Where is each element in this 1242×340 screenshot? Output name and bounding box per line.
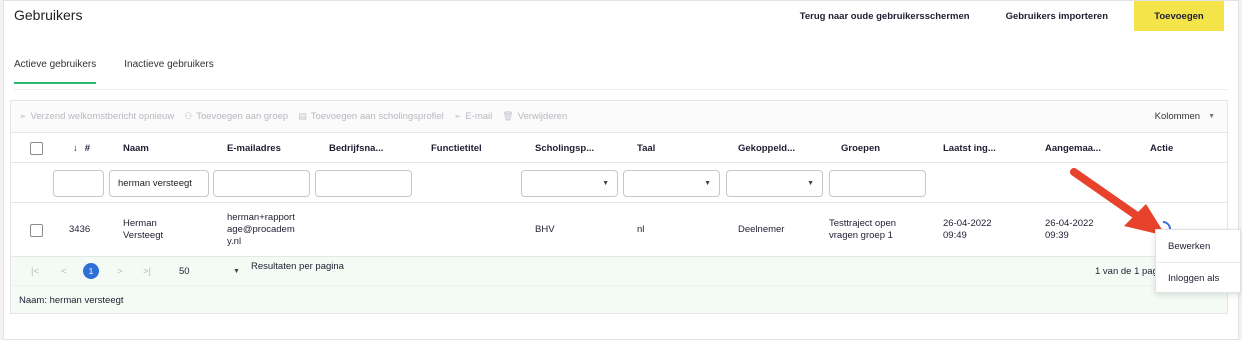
cell-naam: Herman Versteegt	[123, 218, 164, 241]
column-header-naam[interactable]: Naam	[123, 133, 149, 163]
delete-label: Verwijderen	[517, 111, 568, 122]
top-actions: Terug naar oude gebruikersschermen Gebru…	[800, 1, 1224, 31]
page-size-value: 50	[179, 265, 190, 277]
tab-inactive-users[interactable]: Inactieve gebruikers	[124, 59, 214, 84]
filter-summary-bar: Naam: herman versteegt	[11, 285, 1227, 313]
add-to-group-label: Toevoegen aan groep	[196, 111, 289, 122]
column-header-email[interactable]: E-mailadres	[227, 133, 281, 163]
column-header-jobtitle[interactable]: Functietitel	[431, 133, 482, 163]
chevron-down-icon: ▼	[807, 180, 814, 187]
column-header-profile[interactable]: Scholingsp...	[535, 133, 594, 163]
filter-summary: Naam: herman versteegt	[19, 294, 124, 306]
filter-company-input[interactable]	[315, 170, 412, 197]
cell-language: nl	[637, 224, 645, 235]
chevron-down-icon: ▼	[704, 180, 711, 187]
chevron-down-icon: ▼	[233, 268, 240, 275]
filter-id-input[interactable]	[53, 170, 104, 197]
column-header-last-login[interactable]: Laatst ing...	[943, 133, 996, 163]
column-header-action: Actie	[1150, 142, 1174, 154]
column-header-id[interactable]: ↓ #	[73, 133, 90, 163]
trash-icon: 🗑	[502, 111, 514, 121]
next-page-icon[interactable]: >	[117, 257, 123, 285]
columns-menu-button[interactable]: Kolommen ▼	[1155, 111, 1215, 122]
resend-welcome-button[interactable]: ➢ Verzend welkomstbericht opnieuw	[19, 111, 174, 122]
filter-profile-select[interactable]: ▼	[521, 170, 618, 197]
filter-row: herman versteegt ▼ ▼ ▼	[11, 163, 1227, 203]
cell-groups: Testtraject open vragen groep 1	[829, 218, 897, 241]
group-add-icon: ⚇	[184, 111, 193, 121]
first-page-icon[interactable]: |<	[31, 257, 39, 285]
email-icon: ➢	[453, 111, 462, 121]
delete-button[interactable]: 🗑 Verwijderen	[502, 111, 567, 122]
row-checkbox-cell	[30, 203, 43, 257]
tabs-divider	[14, 89, 1228, 90]
old-screens-link[interactable]: Terug naar oude gebruikersschermen	[800, 11, 970, 22]
bulk-toolbar: ➢ Verzend welkomstbericht opnieuw ⚇ Toev…	[11, 101, 1227, 133]
add-to-profile-label: Toevoegen aan scholingsprofiel	[310, 111, 444, 122]
menu-item-edit[interactable]: Bewerken	[1156, 230, 1240, 262]
column-header-id-label: #	[84, 142, 91, 154]
email-button[interactable]: ➢ E-mail	[454, 111, 492, 122]
filter-naam-input[interactable]: herman versteegt	[109, 170, 209, 197]
column-header-language[interactable]: Taal	[637, 133, 655, 163]
filter-email-input[interactable]	[213, 170, 310, 197]
email-label: E-mail	[465, 111, 493, 122]
add-to-profile-button[interactable]: ▤ Toevoegen aan scholingsprofiel	[298, 111, 444, 122]
chevron-down-icon: ▼	[1208, 113, 1215, 120]
sort-desc-icon: ↓	[73, 142, 78, 154]
page-size-select[interactable]: 50 ▼	[179, 257, 243, 285]
tab-active-users[interactable]: Actieve gebruikers	[14, 59, 97, 84]
cell-linked: Deelnemer	[738, 224, 785, 235]
select-all-checkbox[interactable]	[30, 141, 43, 155]
filter-groups-input[interactable]	[829, 170, 926, 197]
prev-page-icon[interactable]: <	[61, 257, 67, 285]
resend-welcome-label: Verzend welkomstbericht opnieuw	[30, 111, 175, 122]
page-title: Gebruikers	[14, 7, 83, 23]
row-checkbox[interactable]	[30, 223, 43, 237]
column-header-groups[interactable]: Groepen	[841, 133, 880, 163]
pagination-bar: |< < 1 > >| 50 ▼ Resultaten per pagina 1…	[11, 257, 1227, 285]
cell-last-login: 26-04-2022 09:49	[943, 218, 992, 241]
table-header: ↓ # Naam E-mailadres Bedrijfsna... Funct…	[11, 133, 1227, 163]
user-tabs: Actieve gebruikers Inactieve gebruikers	[14, 59, 242, 84]
cell-email: herman+rapport age@procadem y.nl	[227, 212, 295, 247]
send-icon: ➢	[19, 111, 27, 121]
cell-id: 3436	[69, 224, 91, 235]
last-page-icon[interactable]: >|	[143, 257, 151, 285]
table-row[interactable]: 3436 Herman Versteegt herman+rapport age…	[11, 203, 1227, 257]
row-context-menu: Bewerken Inloggen als	[1155, 229, 1241, 293]
column-header-company[interactable]: Bedrijfsna...	[329, 133, 383, 163]
users-grid: ➢ Verzend welkomstbericht opnieuw ⚇ Toev…	[10, 100, 1228, 314]
page-1-button[interactable]: 1	[83, 257, 99, 285]
chevron-down-icon: ▼	[602, 180, 609, 187]
page-size-label: Resultaten per pagina	[251, 261, 344, 272]
add-to-group-button[interactable]: ⚇ Toevoegen aan groep	[184, 111, 288, 122]
filter-linked-select[interactable]: ▼	[726, 170, 823, 197]
columns-label: Kolommen	[1154, 111, 1201, 122]
profile-add-icon: ▤	[298, 111, 307, 121]
page-summary: 1 van de 1 pagi	[1095, 265, 1160, 277]
column-header-linked[interactable]: Gekoppeld...	[738, 133, 795, 163]
add-user-button[interactable]: Toevoegen	[1134, 1, 1224, 31]
filter-language-select[interactable]: ▼	[623, 170, 720, 197]
import-users-link[interactable]: Gebruikers importeren	[1006, 11, 1108, 22]
select-all-checkbox-cell	[30, 133, 43, 163]
cell-profile: BHV	[535, 224, 555, 235]
column-header-created[interactable]: Aangemaa...	[1045, 133, 1101, 163]
current-page-number: 1	[83, 263, 99, 279]
cell-created: 26-04-2022 09:39	[1045, 218, 1094, 241]
menu-item-login-as[interactable]: Inloggen als	[1156, 262, 1240, 294]
